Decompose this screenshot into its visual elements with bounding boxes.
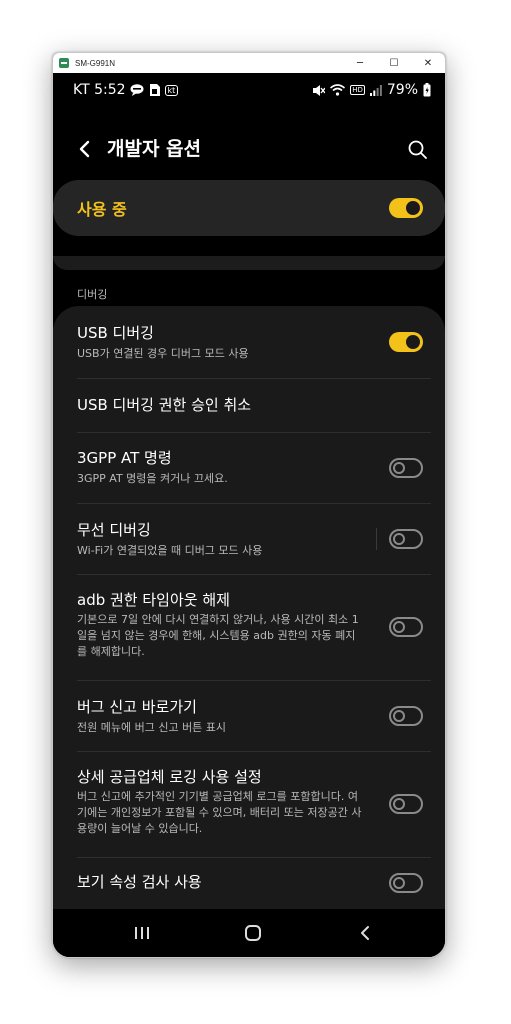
wireless-debugging-toggle[interactable] [389, 529, 423, 549]
setting-3gpp-at-command[interactable]: 3GPP AT 명령 3GPP AT 명령을 켜거나 끄세요. [53, 432, 445, 503]
setting-subtitle: Wi-Fi가 연결되었을 때 디버그 모드 사용 [77, 544, 263, 557]
3gpp-at-toggle[interactable] [389, 458, 423, 478]
setting-subtitle: 전원 메뉴에 버그 신고 버튼 표시 [77, 721, 227, 734]
view-attribute-toggle[interactable] [389, 873, 423, 893]
setting-vendor-logging[interactable]: 상세 공급업체 로깅 사용 설정 버그 신고에 추가적인 기기별 공급업체 로그… [53, 751, 445, 857]
collapsed-card [53, 256, 445, 270]
maximize-button[interactable]: ☐ [377, 53, 411, 73]
status-bar: KT 5:52 kt HD 79% [53, 73, 445, 109]
vertical-separator [376, 528, 377, 550]
talk-icon [130, 84, 144, 96]
debugging-settings-list: USB 디버깅 USB가 연결된 경우 디버그 모드 사용 USB 디버깅 권한… [53, 306, 445, 957]
setting-usb-debugging[interactable]: USB 디버깅 USB가 연결된 경우 디버그 모드 사용 [53, 306, 445, 378]
battery-icon [423, 83, 431, 97]
usb-debugging-toggle[interactable] [389, 332, 423, 352]
toggle-knob [393, 710, 405, 722]
section-header-debugging: 디버깅 [77, 288, 108, 301]
emulator-window: SM-G991N ─ ☐ ✕ KT 5:52 kt HD 79% 개발자 옵션 … [52, 52, 446, 958]
close-button[interactable]: ✕ [411, 53, 445, 73]
setting-subtitle: 3GPP AT 명령을 켜거나 끄세요. [77, 472, 228, 485]
minimize-button[interactable]: ─ [343, 53, 377, 73]
wifi-icon [330, 84, 346, 96]
setting-title: 버그 신고 바로가기 [77, 698, 197, 716]
master-switch-row[interactable]: 사용 중 [53, 180, 445, 236]
back-icon[interactable] [351, 919, 379, 947]
page-title: 개발자 옵션 [107, 138, 202, 160]
setting-title: USB 디버깅 권한 승인 취소 [77, 396, 252, 414]
setting-view-attribute-inspection[interactable]: 보기 속성 검사 사용 [53, 857, 445, 909]
setting-wireless-debugging[interactable]: 무선 디버깅 Wi-Fi가 연결되었을 때 디버그 모드 사용 [53, 503, 445, 574]
bug-report-toggle[interactable] [389, 706, 423, 726]
window-title: SM-G991N [75, 58, 116, 68]
setting-subtitle: 기본으로 7일 안에 다시 연결하지 않거나, 사용 시간이 최소 1일을 넘지… [77, 613, 359, 658]
adb-timeout-toggle[interactable] [389, 617, 423, 637]
master-switch-label: 사용 중 [77, 200, 127, 219]
home-icon[interactable] [239, 919, 267, 947]
vendor-logging-toggle[interactable] [389, 794, 423, 814]
master-switch-toggle[interactable] [389, 198, 423, 218]
setting-adb-auth-timeout[interactable]: adb 권한 타임아웃 해제 기본으로 7일 안에 다시 연결하지 않거나, 사… [53, 574, 445, 680]
setting-subtitle: USB가 연결된 경우 디버그 모드 사용 [77, 347, 249, 360]
back-arrow-icon[interactable] [75, 135, 97, 163]
navigation-bar [53, 909, 445, 957]
toggle-knob [393, 798, 405, 810]
kt-badge-icon: kt [164, 84, 179, 96]
setting-title: 무선 디버깅 [77, 521, 151, 539]
setting-bug-report-shortcut[interactable]: 버그 신고 바로가기 전원 메뉴에 버그 신고 버튼 표시 [53, 680, 445, 751]
search-icon[interactable] [405, 137, 431, 163]
recents-icon[interactable] [128, 919, 156, 947]
window-titlebar[interactable]: SM-G991N ─ ☐ ✕ [53, 53, 445, 73]
mute-icon [313, 84, 326, 96]
setting-title: 상세 공급업체 로깅 사용 설정 [77, 768, 262, 786]
toggle-knob [393, 877, 405, 889]
setting-title: 보기 속성 검사 사용 [77, 873, 202, 891]
toggle-knob [406, 335, 420, 349]
hd-badge-icon: HD [350, 85, 365, 95]
signal-icon [369, 85, 382, 96]
carrier-time: KT 5:52 [73, 82, 126, 98]
toggle-knob [406, 201, 420, 215]
toggle-knob [393, 533, 405, 545]
phone-screen: KT 5:52 kt HD 79% 개발자 옵션 사용 중 디버깅 USB 디버… [53, 73, 445, 957]
setting-title: adb 권한 타임아웃 해제 [77, 591, 230, 609]
toggle-knob [393, 621, 405, 633]
sim-card-icon [149, 84, 160, 96]
setting-subtitle: 버그 신고에 추가적인 기기별 공급업체 로그를 포함합니다. 여기에는 개인정… [77, 790, 362, 835]
setting-title: USB 디버깅 [77, 324, 154, 342]
app-icon [59, 58, 69, 68]
setting-revoke-usb-auth[interactable]: USB 디버깅 권한 승인 취소 [53, 378, 445, 432]
app-bar: 개발자 옵션 [53, 133, 445, 167]
battery-percent: 79% [386, 82, 418, 98]
setting-title: 3GPP AT 명령 [77, 449, 172, 467]
toggle-knob [393, 462, 405, 474]
